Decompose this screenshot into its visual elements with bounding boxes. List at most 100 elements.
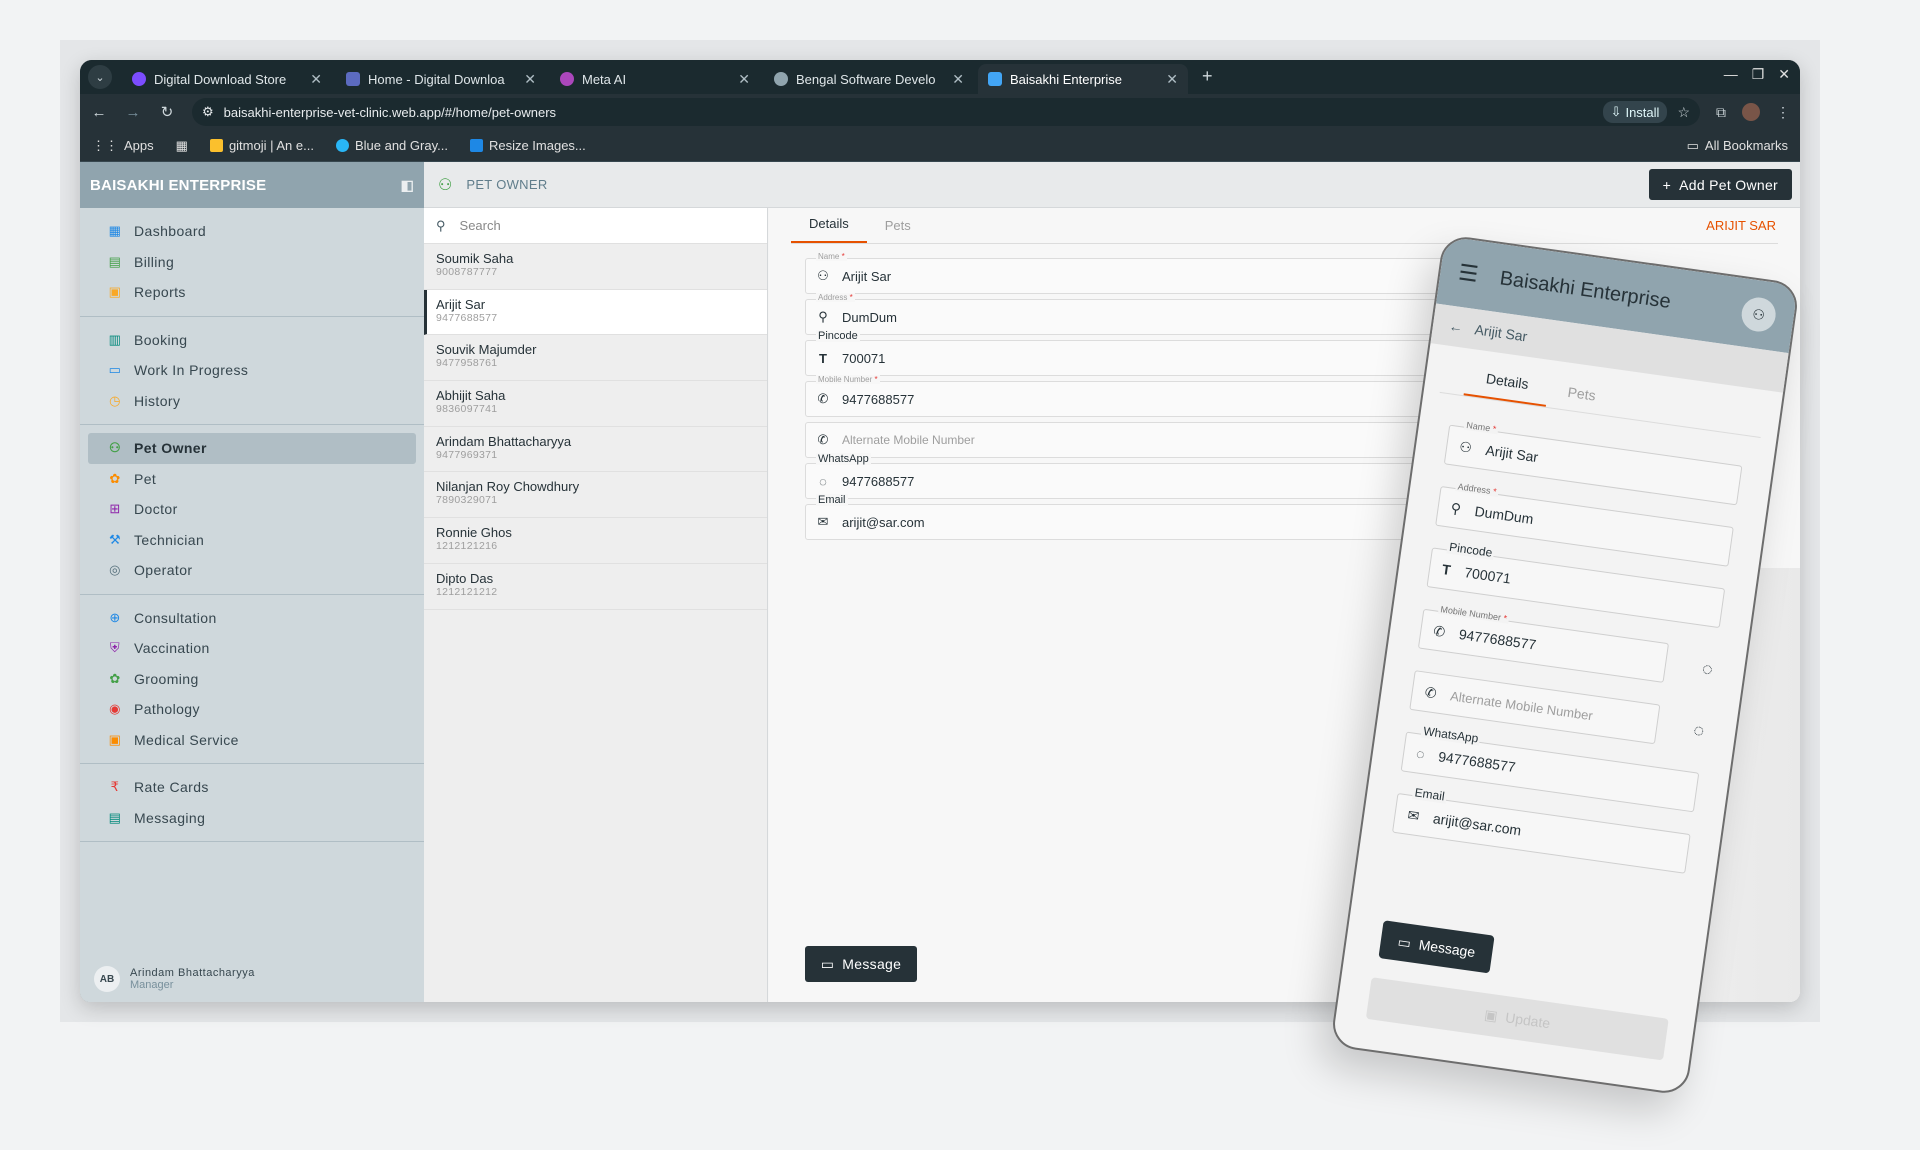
- mobile-value[interactable]: 9477688577: [842, 392, 914, 407]
- more-menu-icon[interactable]: ⋮: [1776, 104, 1790, 121]
- sidebar-item-vaccination[interactable]: ⛨ Vaccination: [88, 633, 416, 664]
- mobile-name-value[interactable]: Arijit Sar: [1485, 442, 1540, 465]
- list-item[interactable]: Soumik Saha 9008787777: [424, 244, 767, 290]
- whatsapp-icon[interactable]: ◌: [1701, 658, 1714, 680]
- sidebar-item-technician[interactable]: ⚒ Technician: [88, 525, 416, 556]
- sidebar-item-pet-owner[interactable]: ⚇ Pet Owner: [88, 433, 416, 464]
- reload-icon[interactable]: ↻: [158, 103, 176, 121]
- tab-close-icon[interactable]: ✕: [524, 71, 536, 88]
- sidebar-item-operator[interactable]: ◎ Operator: [88, 555, 416, 586]
- url-text[interactable]: baisakhi-enterprise-vet-clinic.web.app/#…: [224, 105, 1593, 120]
- text-format-icon: T: [819, 350, 827, 366]
- mobile-address-value[interactable]: DumDum: [1474, 503, 1535, 527]
- sidebar-item-medical-service[interactable]: ▣ Medical Service: [88, 725, 416, 756]
- list-item[interactable]: Dipto Das 1212121212: [424, 564, 767, 610]
- sidebar-user[interactable]: AB Arindam Bhattacharyya Manager: [94, 966, 255, 992]
- tab-close-icon[interactable]: ✕: [1166, 71, 1178, 88]
- name-field[interactable]: Name * ⚇ Arijit Sar: [805, 252, 1505, 294]
- sidebar-item-billing[interactable]: ▤ Billing: [88, 247, 416, 278]
- profile-avatar[interactable]: [1742, 103, 1760, 121]
- list-item[interactable]: Ronnie Ghos 1212121216: [424, 518, 767, 564]
- browser-tab[interactable]: Home - Digital Downloa ✕: [336, 64, 546, 94]
- mobile-pincode-value[interactable]: 700071: [1463, 564, 1511, 586]
- name-value[interactable]: Arijit Sar: [842, 269, 891, 284]
- all-bookmarks[interactable]: ▭ All Bookmarks: [1687, 138, 1788, 154]
- whatsapp-icon[interactable]: ◌: [1692, 719, 1705, 741]
- sidebar-item-booking[interactable]: ▥ Booking: [88, 325, 416, 356]
- extensions-icon[interactable]: ⧉: [1716, 104, 1726, 121]
- search-input[interactable]: ⚲ Search: [424, 208, 767, 244]
- add-pet-owner-button[interactable]: + Add Pet Owner: [1648, 169, 1792, 200]
- mobile-email-value[interactable]: arijit@sar.com: [1432, 810, 1522, 838]
- sidebar-item-history[interactable]: ◷ History: [88, 386, 416, 417]
- list-item[interactable]: Nilanjan Roy Chowdhury 7890329071: [424, 472, 767, 519]
- sidebar-item-messaging[interactable]: ▤ Messaging: [88, 803, 416, 834]
- mobile-whatsapp-value[interactable]: 9477688577: [1437, 748, 1516, 775]
- sidebar-item-reports[interactable]: ▣ Reports: [88, 277, 416, 308]
- url-field[interactable]: ⚙ baisakhi-enterprise-vet-clinic.web.app…: [192, 98, 1700, 126]
- back-arrow-icon[interactable]: ←: [1448, 318, 1464, 336]
- profile-icon[interactable]: ⚇: [1739, 295, 1778, 334]
- email-value[interactable]: arijit@sar.com: [842, 515, 925, 530]
- sidebar-item-pathology[interactable]: ◉ Pathology: [88, 694, 416, 725]
- collapse-sidebar-icon[interactable]: ◧: [401, 177, 414, 194]
- message-button[interactable]: ▭ Message: [805, 946, 917, 982]
- tab-details[interactable]: Details: [791, 216, 867, 243]
- mobile-mobile-field[interactable]: Mobile Number * ✆ 9477688577 ◌: [1417, 603, 1714, 683]
- sidebar-item-label: History: [134, 392, 181, 409]
- list-item[interactable]: Arindam Bhattacharyya 9477969371: [424, 427, 767, 473]
- sidebar-item-grooming[interactable]: ✿ Grooming: [88, 664, 416, 695]
- hamburger-menu-icon[interactable]: ☰: [1457, 259, 1480, 287]
- mobile-mobile-value[interactable]: 9477688577: [1458, 626, 1537, 653]
- bookmark-resize-images[interactable]: Resize Images...: [469, 138, 586, 153]
- tab-groups-icon[interactable]: ▦: [176, 138, 188, 154]
- whatsapp-field[interactable]: WhatsApp ◌ 9477688577: [805, 453, 1505, 499]
- alternate-mobile-field[interactable]: ✆ Alternate Mobile Number: [805, 422, 1505, 458]
- mobile-message-button[interactable]: ▭ Message: [1378, 920, 1495, 974]
- tab-close-icon[interactable]: ✕: [310, 71, 322, 88]
- tab-favicon-icon: [560, 72, 574, 86]
- mobile-tab-pets[interactable]: Pets: [1546, 381, 1617, 416]
- tab-search-icon[interactable]: ⌄: [88, 65, 112, 89]
- sidebar-item-doctor[interactable]: ⊞ Doctor: [88, 494, 416, 525]
- browser-tab[interactable]: Meta AI ✕: [550, 64, 760, 94]
- tab-close-icon[interactable]: ✕: [738, 71, 750, 88]
- tab-close-icon[interactable]: ✕: [952, 71, 964, 88]
- bookmark-gitmoji[interactable]: gitmoji | An e...: [209, 138, 314, 153]
- pincode-field[interactable]: Pincode T 700071: [805, 330, 1505, 376]
- new-tab-icon[interactable]: +: [1192, 66, 1223, 94]
- mobile-tab-details[interactable]: Details: [1463, 367, 1550, 407]
- site-info-icon[interactable]: ⚙: [202, 104, 214, 120]
- list-item[interactable]: Souvik Majumder 9477958761: [424, 335, 767, 382]
- list-item[interactable]: Arijit Sar 9477688577: [424, 289, 767, 336]
- browser-tab[interactable]: Digital Download Store ✕: [122, 64, 332, 94]
- sidebar-item-work-in-progress[interactable]: ▭ Work In Progress: [88, 355, 416, 386]
- mobile-field[interactable]: Mobile Number * ✆ 9477688577: [805, 375, 1505, 417]
- close-window-icon[interactable]: ✕: [1778, 66, 1790, 83]
- bookmark-blue-gray[interactable]: Blue and Gray...: [335, 138, 448, 153]
- sidebar-item-pet[interactable]: ✿ Pet: [88, 464, 416, 495]
- restore-icon[interactable]: ❐: [1752, 66, 1765, 83]
- back-icon[interactable]: ←: [90, 104, 108, 121]
- pet-owner-icon: ⚇: [108, 440, 122, 456]
- minimize-icon[interactable]: —: [1724, 66, 1738, 83]
- bookmark-star-icon[interactable]: ☆: [1677, 104, 1690, 121]
- list-item[interactable]: Abhijit Saha 9836097741: [424, 381, 767, 427]
- browser-tab-active[interactable]: Baisakhi Enterprise ✕: [978, 64, 1188, 94]
- install-button[interactable]: ⇩ Install: [1602, 101, 1668, 123]
- email-field[interactable]: Email ✉ arijit@sar.com: [805, 494, 1505, 540]
- update-button[interactable]: ▣ Update: [1365, 977, 1669, 1061]
- address-field[interactable]: Address * ⚲ DumDum: [805, 293, 1505, 335]
- address-value[interactable]: DumDum: [842, 310, 897, 325]
- sidebar-item-dashboard[interactable]: ▦ Dashboard: [88, 216, 416, 247]
- sidebar-item-rate-cards[interactable]: ₹ Rate Cards: [88, 772, 416, 803]
- forward-icon[interactable]: →: [124, 104, 142, 121]
- sidebar-item-consultation[interactable]: ⊕ Consultation: [88, 603, 416, 634]
- pincode-value[interactable]: 700071: [842, 351, 885, 366]
- whatsapp-value[interactable]: 9477688577: [842, 474, 914, 489]
- bookmark-apps[interactable]: ⋮⋮ Apps: [92, 138, 154, 154]
- browser-tab[interactable]: Bengal Software Develo ✕: [764, 64, 974, 94]
- owner-name: Souvik Majumder: [436, 342, 537, 358]
- tab-pets[interactable]: Pets: [867, 218, 929, 243]
- detail-tabs: Details Pets: [791, 208, 1778, 244]
